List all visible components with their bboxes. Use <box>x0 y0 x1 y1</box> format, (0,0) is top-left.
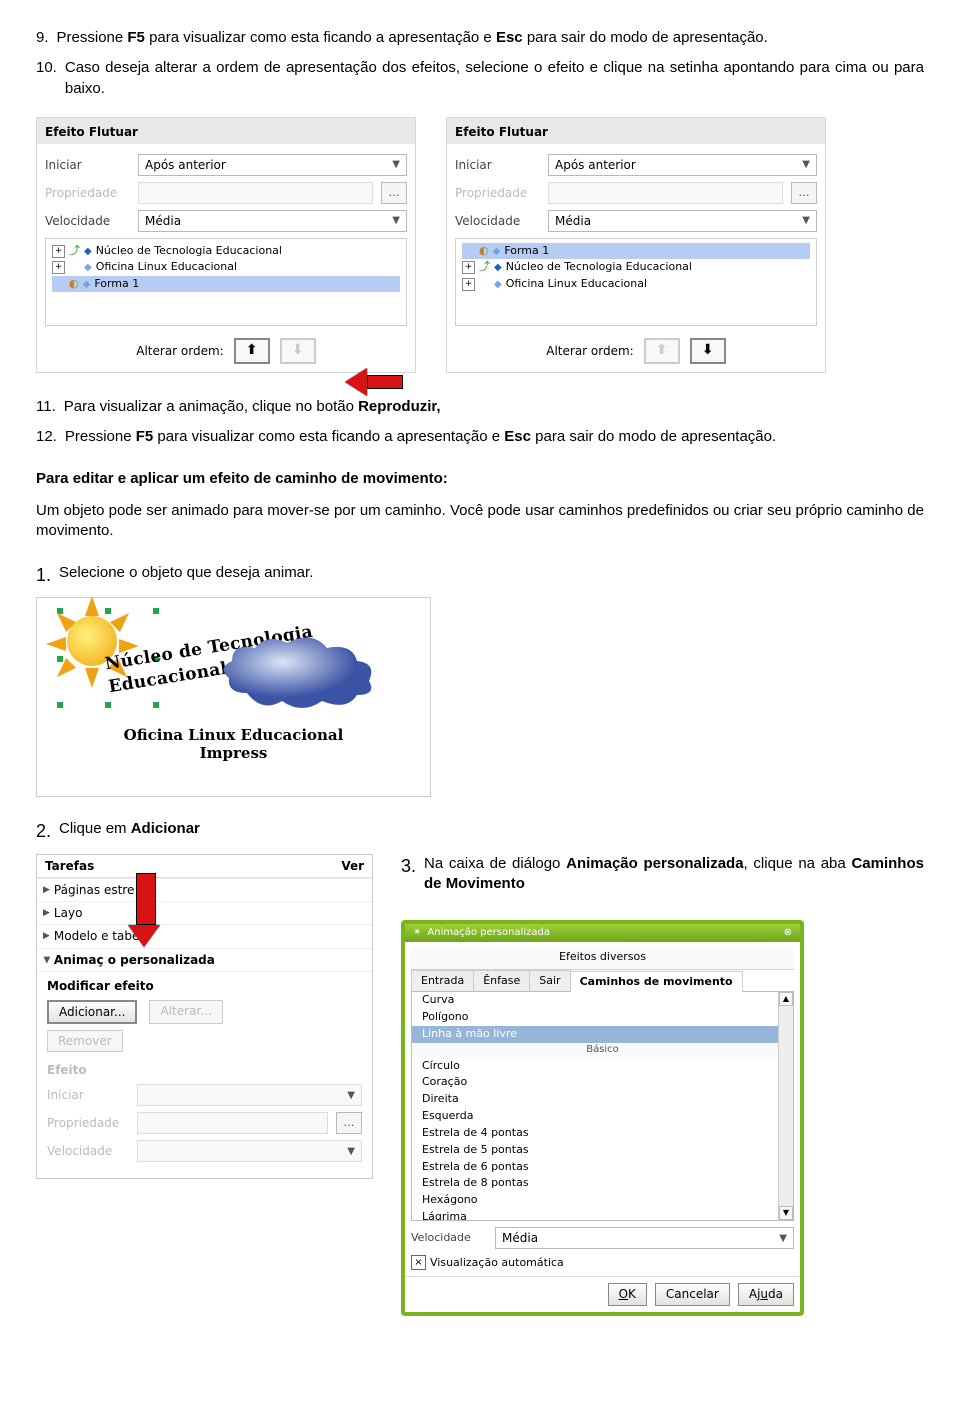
step-12: 12. Pressione F5 para visualizar como es… <box>36 427 924 447</box>
list-item[interactable]: Estrela de 5 pontas <box>412 1142 793 1159</box>
step-text: Pressione F5 para visualizar como esta f… <box>57 28 924 48</box>
iniciar-label: Iniciar <box>45 157 130 173</box>
modificar-efeito-title: Modificar efeito <box>47 978 362 994</box>
tasks-panel: Tarefas Ver ▶Páginas estre ▶Layo ▶Modelo… <box>36 854 373 1180</box>
chevron-down-icon: ▼ <box>802 214 810 228</box>
effect-panel-right: Efeito Flutuar Iniciar Após anterior▼ Pr… <box>446 117 826 373</box>
list-item[interactable]: Círculo <box>412 1058 793 1075</box>
tasks-item[interactable]: ▶Layo <box>37 901 372 924</box>
expand-icon[interactable]: + <box>52 261 65 274</box>
selection-handle[interactable] <box>57 702 63 708</box>
step-3: 3. Na caixa de diálogo Animação personal… <box>401 854 924 895</box>
tab-sair[interactable]: Sair <box>529 970 570 992</box>
tab-enfase[interactable]: Ênfase <box>473 970 530 992</box>
step-text: Caso deseja alterar a ordem de apresenta… <box>65 58 924 99</box>
list-item[interactable]: Estrela de 8 pontas <box>412 1175 793 1192</box>
list-divider: Básico <box>412 1043 793 1058</box>
list-item[interactable]: Estrela de 4 pontas <box>412 1125 793 1142</box>
scrollbar[interactable]: ▲ ▼ <box>778 992 793 1220</box>
dialog-tabs: Entrada Ênfase Sair Caminhos de moviment… <box>411 970 794 993</box>
tasks-title: Tarefas <box>45 858 94 874</box>
iniciar-select[interactable]: Após anterior ▼ <box>138 154 407 176</box>
step-1: 1. Selecione o objeto que deseja animar. <box>36 563 924 587</box>
chevron-down-icon: ▼ <box>779 1232 787 1246</box>
propriedade-select <box>138 182 373 204</box>
velocidade-label: Velocidade <box>45 213 130 229</box>
scroll-up-icon[interactable]: ▲ <box>779 992 793 1006</box>
window-icon: ✴ <box>413 926 421 940</box>
list-item[interactable]: Coração <box>412 1074 793 1091</box>
step-number: 10. <box>36 58 57 99</box>
step-number: 9. <box>36 28 49 48</box>
chevron-down-icon: ▼ <box>392 158 400 172</box>
effects-tree[interactable]: + ⤴ ◆ Núcleo de Tecnologia Educacional +… <box>45 238 407 326</box>
tasks-ver[interactable]: Ver <box>341 858 364 874</box>
tasks-item-animation[interactable]: ▶Animaç o personalizada <box>37 948 372 971</box>
dialog-titlebar[interactable]: ✴ Animação personalizada ⊗ <box>405 924 800 942</box>
tasks-item[interactable]: ▶Modelo e tabela <box>37 924 372 947</box>
adicionar-button[interactable]: Adicionar... <box>47 1000 137 1024</box>
dialog-section-title: Efeitos diversos <box>411 948 794 970</box>
red-arrow-left-icon <box>345 368 403 396</box>
slide-preview: Núcleo de Tecnologia Educacional Oficina… <box>36 597 431 797</box>
tasks-item[interactable]: ▶Páginas estre <box>37 878 372 901</box>
propriedade-label: Propriedade <box>45 185 130 201</box>
selection-handle[interactable] <box>105 702 111 708</box>
order-up-button: ⬆ <box>644 338 680 364</box>
expand-icon[interactable]: + <box>52 245 65 258</box>
dlg-velocidade-select[interactable]: Média▼ <box>495 1227 794 1249</box>
chevron-down-icon: ▼ <box>802 158 810 172</box>
velocidade-select[interactable]: Média▼ <box>548 210 817 232</box>
panel-title: Efeito Flutuar <box>37 118 415 144</box>
list-item-selected[interactable]: Linha à mão livre <box>412 1026 793 1043</box>
close-icon[interactable]: ⊗ <box>784 926 792 940</box>
effects-list[interactable]: Curva Polígono Linha à mão livre Básico … <box>411 992 794 1221</box>
effect-panel-left: Efeito Flutuar Iniciar Após anterior ▼ P… <box>36 117 416 373</box>
selection-handle[interactable] <box>153 608 159 614</box>
red-arrow-down-icon <box>135 873 157 947</box>
step-11: 11. Para visualizar a animação, clique n… <box>36 397 924 417</box>
iniciar-select[interactable]: Após anterior▼ <box>548 154 817 176</box>
panel-title: Efeito Flutuar <box>447 118 825 144</box>
list-item[interactable]: Estrela de 6 pontas <box>412 1159 793 1176</box>
alterar-ordem-label: Alterar ordem: <box>136 343 223 359</box>
section-heading: Para editar e aplicar um efeito de camin… <box>36 469 924 489</box>
list-item[interactable]: Esquerda <box>412 1108 793 1125</box>
cloud-shape <box>217 633 387 713</box>
tab-caminhos[interactable]: Caminhos de movimento <box>570 971 743 993</box>
auto-preview-checkbox[interactable]: × <box>411 1255 426 1270</box>
order-down-button[interactable]: ⬇ <box>690 338 726 364</box>
list-item[interactable]: Direita <box>412 1091 793 1108</box>
propriedade-more: … <box>381 182 407 204</box>
alterar-button: Alterar... <box>149 1000 222 1024</box>
list-item[interactable]: Lágrima <box>412 1209 793 1221</box>
step-9: 9. Pressione F5 para visualizar como est… <box>36 28 924 48</box>
help-button[interactable]: Ajuda <box>738 1283 794 1305</box>
efeito-label: Efeito <box>47 1062 362 1078</box>
remover-button: Remover <box>47 1030 123 1052</box>
velocidade-select[interactable]: Média ▼ <box>138 210 407 232</box>
scroll-down-icon[interactable]: ▼ <box>779 1206 793 1220</box>
list-item[interactable]: Hexágono <box>412 1192 793 1209</box>
animation-dialog: ✴ Animação personalizada ⊗ Efeitos diver… <box>401 920 804 1315</box>
step-10: 10. Caso deseja alterar a ordem de apres… <box>36 58 924 99</box>
tab-entrada[interactable]: Entrada <box>411 970 474 992</box>
order-up-button[interactable]: ⬆ <box>234 338 270 364</box>
order-down-button: ⬇ <box>280 338 316 364</box>
selection-handle[interactable] <box>153 702 159 708</box>
step-2: 2. Clique em Adicionar <box>36 819 924 843</box>
list-item[interactable]: Curva <box>412 992 793 1009</box>
section-paragraph: Um objeto pode ser animado para mover-se… <box>36 501 924 542</box>
slide-caption: Oficina Linux Educacional Impress <box>37 726 430 762</box>
effects-tree[interactable]: ◐ ◆ Forma 1 + ⤴ ◆ Núcleo de Tecnologia E… <box>455 238 817 326</box>
list-item[interactable]: Polígono <box>412 1009 793 1026</box>
cancel-button[interactable]: Cancelar <box>655 1283 730 1305</box>
chevron-down-icon: ▼ <box>392 214 400 228</box>
panels-row: Efeito Flutuar Iniciar Após anterior ▼ P… <box>36 117 924 373</box>
selection-handle[interactable] <box>105 608 111 614</box>
ok-button[interactable]: OK <box>608 1283 647 1305</box>
